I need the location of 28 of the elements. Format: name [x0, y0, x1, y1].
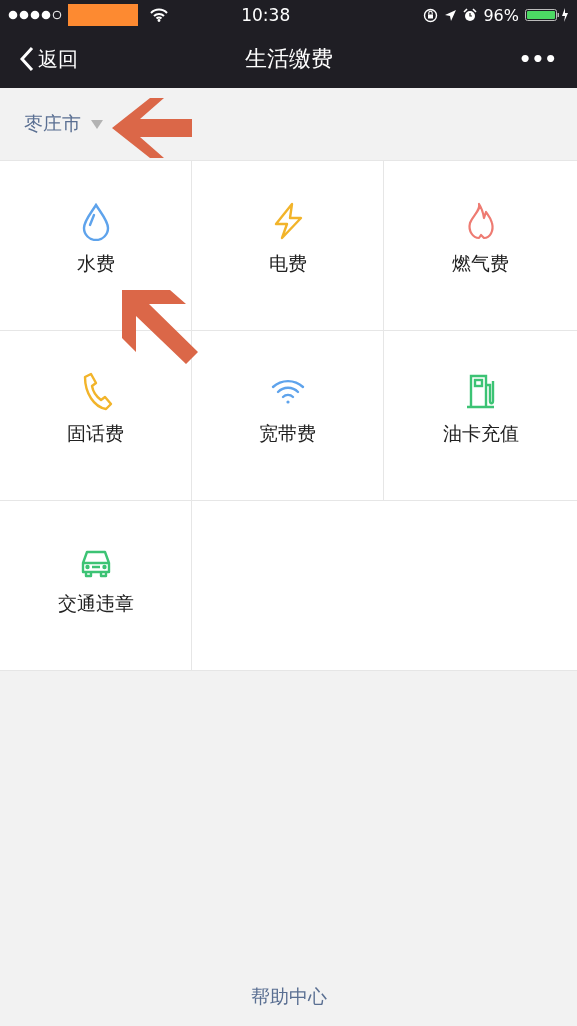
city-selector[interactable]: 枣庄市	[24, 111, 103, 137]
dropdown-triangle-icon	[91, 119, 103, 129]
location-icon	[444, 8, 458, 22]
service-label: 燃气费	[452, 251, 509, 276]
service-tile[interactable]: 交通违章	[0, 501, 192, 671]
status-time: 10:38	[240, 5, 292, 25]
signal-icon	[8, 10, 62, 20]
service-label: 水费	[76, 251, 115, 276]
chevron-left-icon	[20, 46, 34, 72]
page-title: 生活缴费	[244, 45, 333, 73]
battery-icon	[525, 7, 569, 23]
service-tile[interactable]: 宽带费	[192, 331, 384, 501]
back-button[interactable]: 返回	[20, 45, 78, 73]
alarm-icon	[463, 8, 478, 22]
more-button[interactable]: •••	[518, 47, 557, 71]
service-tile[interactable]: 油卡充值	[384, 331, 577, 501]
service-label: 电费	[268, 251, 307, 276]
service-label: 固话费	[67, 421, 124, 446]
service-tile[interactable]: 电费	[192, 161, 384, 331]
service-label: 交通违章	[57, 591, 134, 616]
service-label: 宽带费	[259, 421, 316, 446]
rotation-lock-icon	[423, 7, 439, 23]
service-label: 油卡充值	[442, 421, 519, 446]
service-tile[interactable]: 燃气费	[384, 161, 577, 331]
help-center-link[interactable]: 帮助中心	[250, 984, 327, 1010]
wifi-icon	[150, 8, 168, 22]
redaction-block	[68, 4, 138, 26]
battery-percent: 96%	[483, 5, 519, 25]
